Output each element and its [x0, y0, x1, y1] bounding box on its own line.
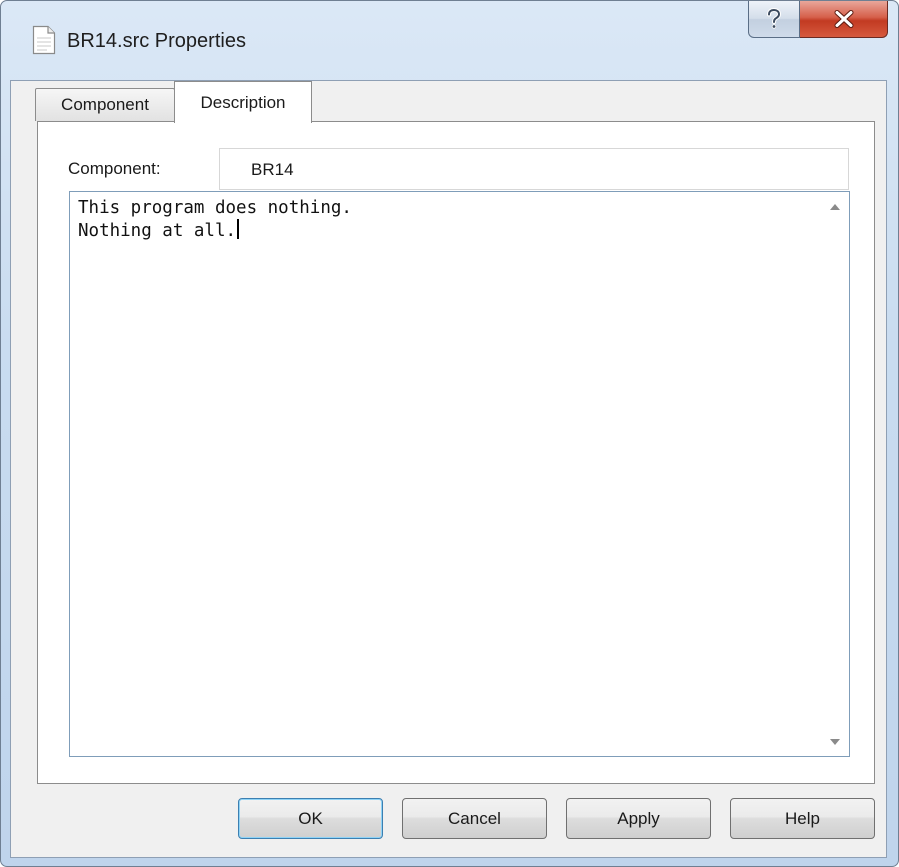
- scroll-up-button[interactable]: [820, 192, 849, 221]
- vertical-scrollbar[interactable]: [820, 192, 849, 756]
- description-line: This program does nothing.: [78, 198, 352, 218]
- component-label: Component:: [68, 159, 161, 178]
- ok-button[interactable]: OK: [238, 798, 383, 839]
- properties-dialog: BR14.src Properties Component Descriptio…: [0, 0, 899, 867]
- scroll-up-arrow-icon: [829, 203, 840, 210]
- close-icon: [834, 10, 853, 28]
- cancel-button[interactable]: Cancel: [402, 798, 547, 839]
- help-caption-button[interactable]: [748, 1, 800, 38]
- component-field[interactable]: BR14: [219, 148, 849, 190]
- tab-description[interactable]: Description: [174, 81, 312, 123]
- description-text: This program does nothing. Nothing at al…: [78, 197, 806, 242]
- window-title: BR14.src Properties: [67, 30, 246, 52]
- help-button[interactable]: Help: [730, 798, 875, 839]
- scroll-down-button[interactable]: [820, 727, 849, 756]
- apply-button[interactable]: Apply: [566, 798, 711, 839]
- description-textarea[interactable]: This program does nothing. Nothing at al…: [69, 191, 850, 757]
- scroll-down-arrow-icon: [829, 738, 840, 745]
- document-icon: [32, 25, 56, 55]
- close-button[interactable]: [800, 1, 888, 38]
- tab-component[interactable]: Component: [35, 88, 175, 121]
- title-bar[interactable]: BR14.src Properties: [1, 1, 898, 81]
- question-mark-icon: [767, 8, 782, 29]
- caption-buttons: [748, 1, 888, 39]
- text-caret: [237, 219, 239, 239]
- description-line: Nothing at all.: [78, 221, 237, 241]
